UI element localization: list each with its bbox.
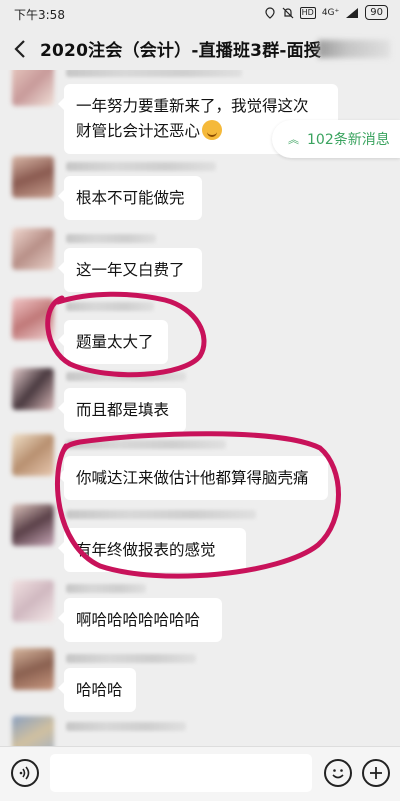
laughing-tears-emoji-icon bbox=[202, 120, 223, 140]
mute-icon bbox=[282, 7, 294, 18]
sender-name-redacted bbox=[66, 654, 196, 663]
sender-name-redacted bbox=[66, 372, 186, 381]
avatar[interactable] bbox=[12, 580, 54, 622]
chat-area[interactable]: 一年努力要重新来了，我觉得这次 财管比会计还恶心 ︽ 102条新消息 根本不可能… bbox=[0, 70, 400, 746]
sender-name-redacted bbox=[66, 440, 226, 449]
message-text: 你喊达江来做估计他都算得脑壳痛 bbox=[76, 469, 309, 487]
battery-icon: 90 bbox=[365, 5, 388, 20]
sender-name-redacted bbox=[66, 302, 154, 311]
avatar[interactable] bbox=[12, 368, 54, 410]
plus-icon[interactable] bbox=[362, 759, 390, 787]
message-text: 有年终做报表的感觉 bbox=[76, 541, 216, 559]
message-bubble[interactable]: 根本不可能做完 bbox=[58, 176, 202, 220]
sender-name-redacted bbox=[66, 162, 216, 171]
message-text: 根本不可能做完 bbox=[76, 189, 185, 207]
message-text: 啊哈哈哈哈哈哈哈 bbox=[76, 611, 201, 629]
emoji-icon[interactable] bbox=[324, 759, 352, 787]
message-bubble[interactable]: 你喊达江来做估计他都算得脑壳痛 bbox=[58, 456, 328, 500]
message-bubble[interactable]: 啊哈哈哈哈哈哈哈 bbox=[58, 598, 222, 642]
avatar[interactable] bbox=[12, 434, 54, 476]
hd-icon: HD bbox=[299, 6, 316, 19]
sender-name-redacted bbox=[66, 584, 146, 593]
network-label: 4G⁺ bbox=[321, 7, 340, 18]
message-text: 一年努力要重新来了，我觉得这次 bbox=[76, 97, 309, 115]
message-bubble[interactable]: 这一年又白费了 bbox=[58, 248, 202, 292]
avatar[interactable] bbox=[12, 70, 54, 106]
location-icon bbox=[265, 6, 275, 19]
avatar[interactable] bbox=[12, 156, 54, 198]
status-time: 下午3:58 bbox=[14, 8, 65, 22]
message-bubble[interactable]: 题量太大了 bbox=[58, 320, 168, 364]
sender-name-redacted bbox=[66, 510, 256, 519]
chat-title: 2020注会（会计）-直播班3群-面授 bbox=[40, 41, 322, 61]
message-text: 这一年又白费了 bbox=[76, 261, 185, 279]
avatar[interactable] bbox=[12, 504, 54, 546]
new-messages-button[interactable]: ︽ 102条新消息 bbox=[272, 120, 400, 158]
message-text: 题量太大了 bbox=[76, 333, 154, 351]
back-arrow-icon[interactable] bbox=[10, 36, 32, 62]
avatar[interactable] bbox=[12, 648, 54, 690]
avatar[interactable] bbox=[12, 228, 54, 270]
message-input[interactable] bbox=[50, 754, 312, 792]
message-text: 哈哈哈 bbox=[76, 681, 123, 699]
signal-icon bbox=[346, 7, 359, 18]
message-bubble[interactable]: 哈哈哈 bbox=[58, 668, 136, 712]
status-bar: 下午3:58 HD 4G⁺ 90 bbox=[0, 0, 400, 28]
sender-name-redacted bbox=[66, 722, 186, 731]
voice-icon[interactable] bbox=[11, 759, 39, 787]
title-bar: 2020注会（会计）-直播班3群-面授 bbox=[0, 28, 400, 70]
avatar[interactable] bbox=[12, 298, 54, 340]
title-redacted bbox=[318, 40, 390, 58]
message-bubble[interactable]: 有年终做报表的感觉 bbox=[58, 528, 246, 572]
sender-name-redacted bbox=[66, 70, 242, 77]
status-icons: HD 4G⁺ 90 bbox=[264, 5, 388, 20]
message-text: 而且都是填表 bbox=[76, 401, 170, 419]
message-bubble[interactable]: 而且都是填表 bbox=[58, 388, 186, 432]
sender-name-redacted bbox=[66, 234, 156, 243]
double-chevron-up-icon: ︽ bbox=[288, 133, 299, 146]
avatar[interactable] bbox=[12, 716, 54, 746]
input-bar bbox=[0, 746, 400, 801]
new-messages-label: 102条新消息 bbox=[307, 132, 390, 148]
message-text: 财管比会计还恶心 bbox=[76, 122, 201, 140]
